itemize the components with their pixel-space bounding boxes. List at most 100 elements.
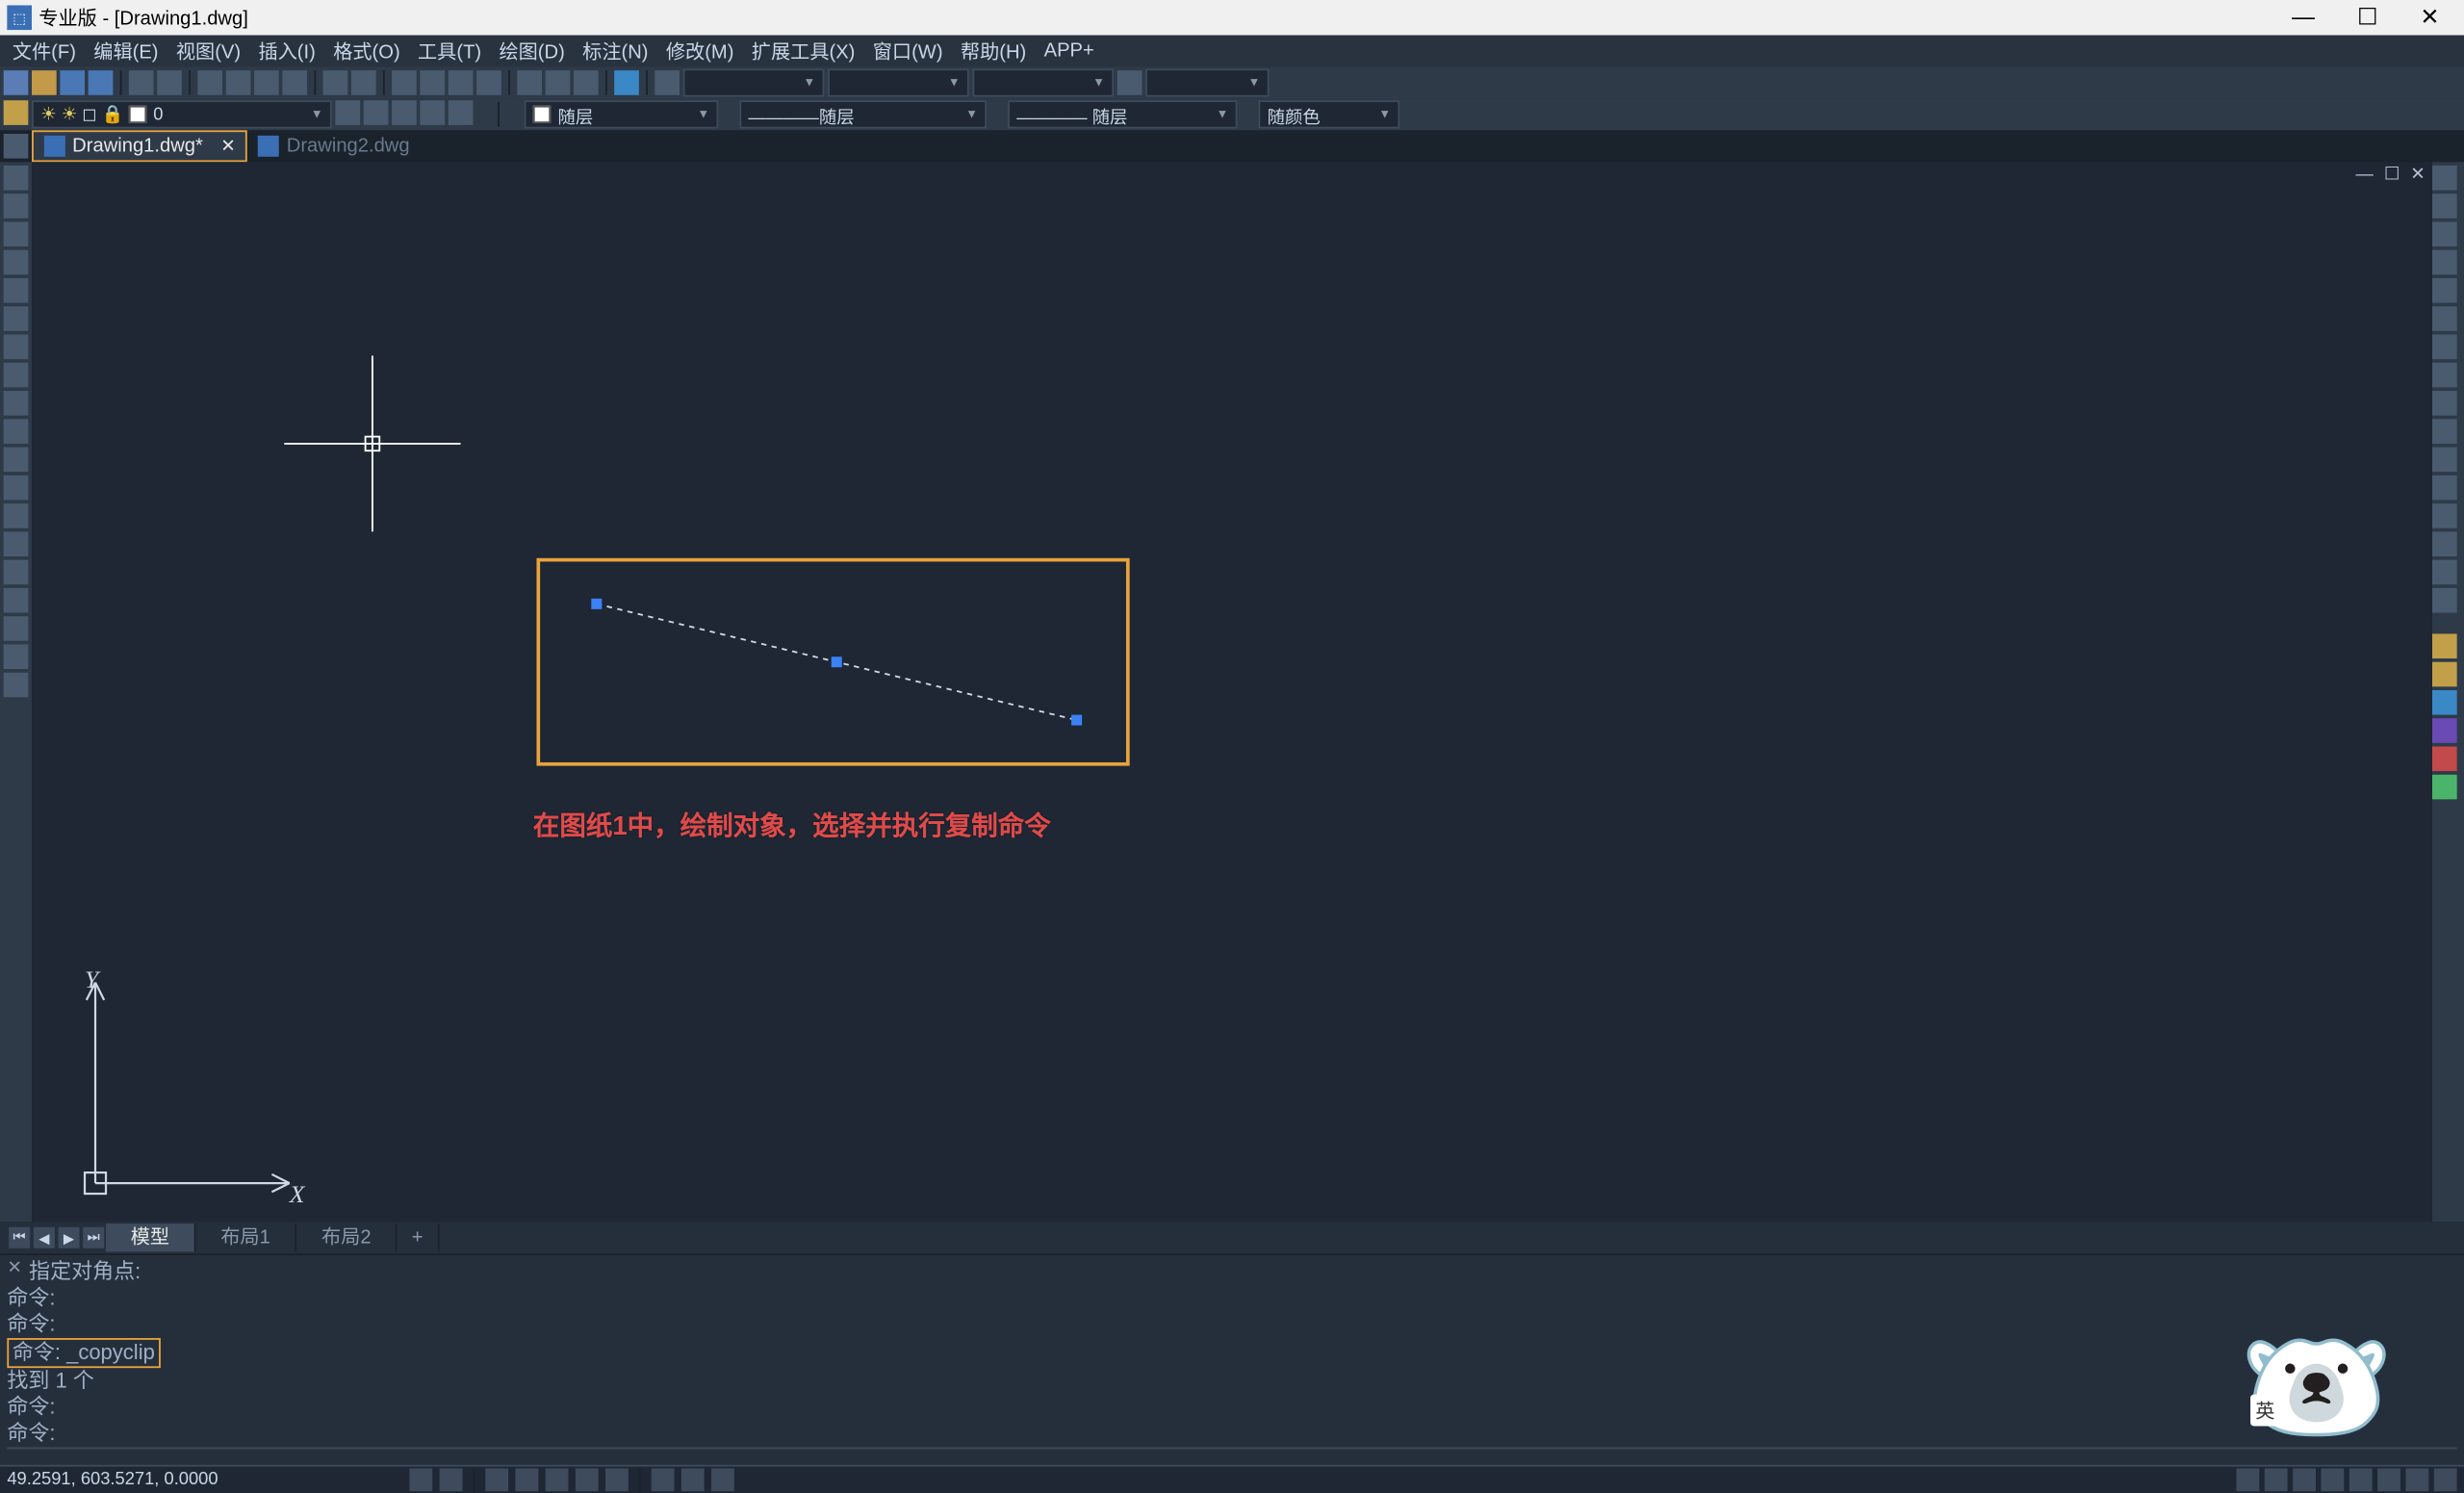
notify-icon[interactable] [2236, 1468, 2259, 1491]
offset-icon[interactable] [2432, 250, 2457, 275]
close-button[interactable]: ✕ [2420, 4, 2439, 32]
otrack-toggle-icon[interactable] [576, 1468, 599, 1491]
arc-icon[interactable] [4, 306, 29, 331]
extend-icon[interactable] [2432, 448, 2457, 473]
break-icon[interactable] [2432, 476, 2457, 501]
zoom-win-icon[interactable] [449, 70, 474, 95]
menu-view[interactable]: 视图(V) [167, 37, 250, 64]
gradient-icon[interactable] [4, 588, 29, 613]
join-icon[interactable] [2432, 503, 2457, 528]
tab-close-icon[interactable]: ✕ [220, 137, 235, 156]
erase-icon[interactable] [2432, 166, 2457, 191]
help-icon[interactable] [614, 70, 639, 95]
lineweight-dropdown[interactable]: ———— 随层 [1008, 100, 1237, 128]
menu-dim[interactable]: 标注(N) [574, 37, 657, 64]
textstyle-dropdown[interactable] [828, 68, 969, 96]
menu-insert[interactable]: 插入(I) [249, 37, 324, 64]
menu-help[interactable]: 帮助(H) [952, 37, 1036, 64]
mdi-close-icon[interactable]: ✕ [2410, 166, 2425, 185]
pline-icon[interactable] [4, 221, 29, 246]
center-icon[interactable] [2432, 775, 2457, 800]
menu-app[interactable]: APP+ [1035, 40, 1102, 62]
workspace-icon[interactable] [2321, 1468, 2344, 1491]
ellipsearc-icon[interactable] [4, 448, 29, 473]
dimstyle-dropdown[interactable] [683, 68, 825, 96]
grip-start[interactable] [591, 599, 602, 609]
zoom-rt-icon[interactable] [420, 70, 445, 95]
color-dropdown[interactable]: 随层 [525, 100, 719, 128]
layer-off-icon[interactable] [392, 100, 417, 125]
zoom-prev-icon[interactable] [476, 70, 501, 95]
layer-lock-icon[interactable] [449, 100, 474, 125]
block-icon[interactable] [4, 503, 29, 528]
spline-icon[interactable] [4, 391, 29, 416]
designcenter-icon[interactable] [546, 70, 571, 95]
insert-icon[interactable] [4, 476, 29, 501]
layout-first-icon[interactable]: ⏮ [9, 1227, 30, 1248]
lock-ui-icon[interactable] [2349, 1468, 2373, 1491]
stretch-icon[interactable] [2432, 391, 2457, 416]
snap-from-icon[interactable] [2432, 662, 2457, 687]
xline-icon[interactable] [4, 193, 29, 219]
ortho-toggle-icon[interactable] [485, 1468, 508, 1491]
lwt-toggle-icon[interactable] [605, 1468, 629, 1491]
preview-icon[interactable] [157, 70, 182, 95]
hatch-icon[interactable] [4, 560, 29, 585]
toolpalette-icon[interactable] [574, 70, 599, 95]
paste-icon[interactable] [254, 70, 279, 95]
trim-icon[interactable] [2432, 419, 2457, 444]
mdi-max-icon[interactable]: ☐ [2384, 166, 2400, 185]
mdi-min-icon[interactable]: — [2355, 166, 2373, 185]
cmd-close-icon[interactable]: ✕ [7, 1259, 21, 1278]
plotstyle-dropdown[interactable]: 随颜色 [1259, 100, 1400, 128]
midpoint-icon[interactable] [2432, 718, 2457, 743]
menu-tools[interactable]: 工具(T) [409, 37, 490, 64]
doc-tab-inactive[interactable]: Drawing2.dwg [247, 130, 420, 162]
rotate-icon[interactable] [2432, 335, 2457, 360]
layer-iso-icon[interactable] [364, 100, 389, 125]
coords-display[interactable]: 49.2591, 603.5271, 0.0000 [7, 1470, 289, 1489]
layout-prev-icon[interactable]: ◀ [34, 1227, 55, 1248]
table-icon[interactable] [4, 644, 29, 669]
chamfer-icon[interactable] [2432, 531, 2457, 556]
isolate-icon[interactable] [2405, 1468, 2428, 1491]
match-icon[interactable] [282, 70, 307, 95]
menu-file[interactable]: 文件(F) [4, 37, 85, 64]
tab-nav-icon[interactable] [4, 134, 29, 159]
intersect-icon[interactable] [2432, 747, 2457, 772]
model-toggle-icon[interactable] [681, 1468, 705, 1491]
layout-add[interactable]: + [398, 1223, 439, 1251]
pan-icon[interactable] [392, 70, 417, 95]
layout-1[interactable]: 布局1 [196, 1223, 297, 1251]
new-icon[interactable] [4, 70, 29, 95]
ime-indicator[interactable]: 英 [2250, 1395, 2280, 1427]
aux-dropdown[interactable] [1145, 68, 1269, 96]
osnap-toggle-icon[interactable] [546, 1468, 569, 1491]
doc-tab-active[interactable]: Drawing1.dwg* ✕ [32, 130, 247, 162]
linetype-dropdown[interactable]: ————随层 [739, 100, 987, 128]
maximize-button[interactable]: ☐ [2357, 4, 2377, 32]
grip-end[interactable] [1071, 715, 1082, 726]
copy-icon[interactable] [226, 70, 251, 95]
layout-last-icon[interactable]: ⏭ [83, 1227, 104, 1248]
undo-icon[interactable] [323, 70, 348, 95]
move-icon[interactable] [2432, 306, 2457, 331]
grid-toggle-icon[interactable] [409, 1468, 432, 1491]
grip-mid[interactable] [832, 656, 842, 667]
menu-edit[interactable]: 编辑(E) [85, 37, 167, 64]
minimize-button[interactable]: — [2292, 4, 2315, 32]
props-icon[interactable] [517, 70, 542, 95]
explode-icon[interactable] [2432, 588, 2457, 613]
revcloud-icon[interactable] [4, 363, 29, 388]
circle-icon[interactable] [4, 335, 29, 360]
clean-icon[interactable] [2434, 1468, 2457, 1491]
ellipse-icon[interactable] [4, 419, 29, 444]
menu-ext[interactable]: 扩展工具(X) [743, 37, 864, 64]
cycle-toggle-icon[interactable] [711, 1468, 734, 1491]
layout-2[interactable]: 布局2 [296, 1223, 398, 1251]
layer-frz-icon[interactable] [420, 100, 445, 125]
point-icon[interactable] [4, 531, 29, 556]
annoscale-icon[interactable] [2265, 1468, 2288, 1491]
hw-accel-icon[interactable] [2377, 1468, 2400, 1491]
polar-toggle-icon[interactable] [515, 1468, 538, 1491]
